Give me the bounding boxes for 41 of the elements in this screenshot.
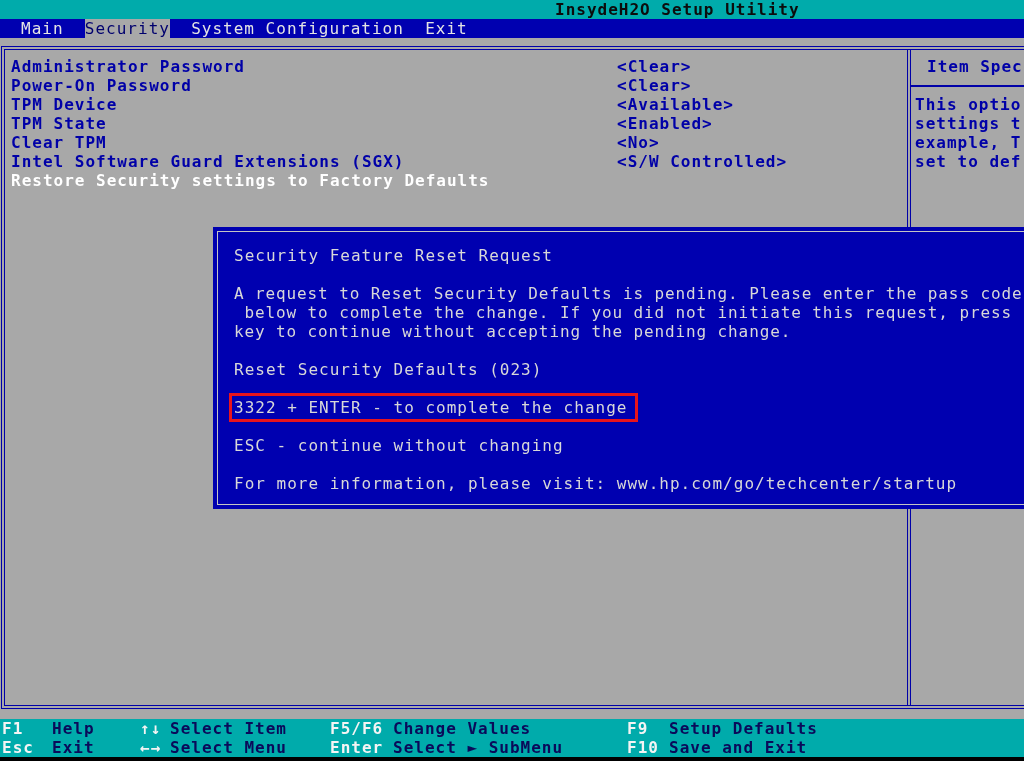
shortcut-key: ↑↓	[140, 719, 170, 738]
shortcut-key: Enter	[330, 738, 393, 757]
dialog-text: Reset Security Defaults (023)	[234, 360, 543, 379]
shortcut-action: Select Menu	[170, 738, 288, 757]
window-title: InsydeH2O Setup Utility	[555, 0, 800, 19]
setting-value[interactable]: <Clear>	[617, 76, 692, 95]
shortcut-action: Select ► SubMenu	[393, 738, 565, 757]
setting-value[interactable]: <No>	[617, 133, 660, 152]
setting-value[interactable]: <Enabled>	[617, 114, 713, 133]
shortcut-key: F5/F6	[330, 719, 393, 738]
dialog-title: Security Feature Reset Request	[234, 246, 553, 265]
dialog-message: A request to Reset Security Defaults is pending. Please enter the pass code below to complete the change. If you did not initiate this request, press key to continue without accepting the pending change.	[234, 284, 1023, 341]
shortcut-key: F10	[627, 738, 669, 757]
setting-label[interactable]: Administrator Password	[11, 57, 617, 76]
menu-tab[interactable]: Exit	[425, 19, 468, 38]
highlighted-instruction: 3322 + ENTER - to complete the change	[229, 393, 639, 422]
menu-tab[interactable]: Security	[84, 19, 170, 38]
shortcut-action: Setup Defaults	[669, 719, 819, 738]
shortcut-action: Help	[52, 719, 96, 738]
shortcut-key: F9	[627, 719, 669, 738]
shortcut-key: Esc	[2, 738, 52, 757]
help-title: Item Spec	[926, 57, 1024, 76]
shortcut-key: F1	[2, 719, 52, 738]
shortcut-action: Select Item	[170, 719, 288, 738]
setting-value[interactable]: <Available>	[617, 95, 734, 114]
setting-label[interactable]: Clear TPM	[11, 133, 617, 152]
setting-label[interactable]: TPM Device	[11, 95, 617, 114]
setting-value[interactable]: <S/W Controlled>	[617, 152, 788, 171]
shortcut-key: ←→	[140, 738, 170, 757]
setting-label[interactable]: Intel Software Guard Extensions (SGX)	[11, 152, 617, 171]
shortcut-action: Exit	[52, 738, 96, 757]
setting-label[interactable]: Power-On Password	[11, 76, 617, 95]
dialog-text: For more information, please visit: www.hp.com/go/techcenter/startup	[234, 474, 958, 493]
menu-tab[interactable]: System Configuration	[191, 19, 404, 38]
shortcut-action: Change Values	[393, 719, 533, 738]
setting-value[interactable]: <Clear>	[617, 57, 692, 76]
dialog-text: ESC - continue without changing	[234, 436, 564, 455]
menu-tab[interactable]: Main	[21, 19, 64, 38]
setting-label[interactable]: TPM State	[11, 114, 617, 133]
shortcut-action: Save and Exit	[669, 738, 809, 757]
help-text: This optio settings t example, T set to def	[914, 95, 1023, 171]
